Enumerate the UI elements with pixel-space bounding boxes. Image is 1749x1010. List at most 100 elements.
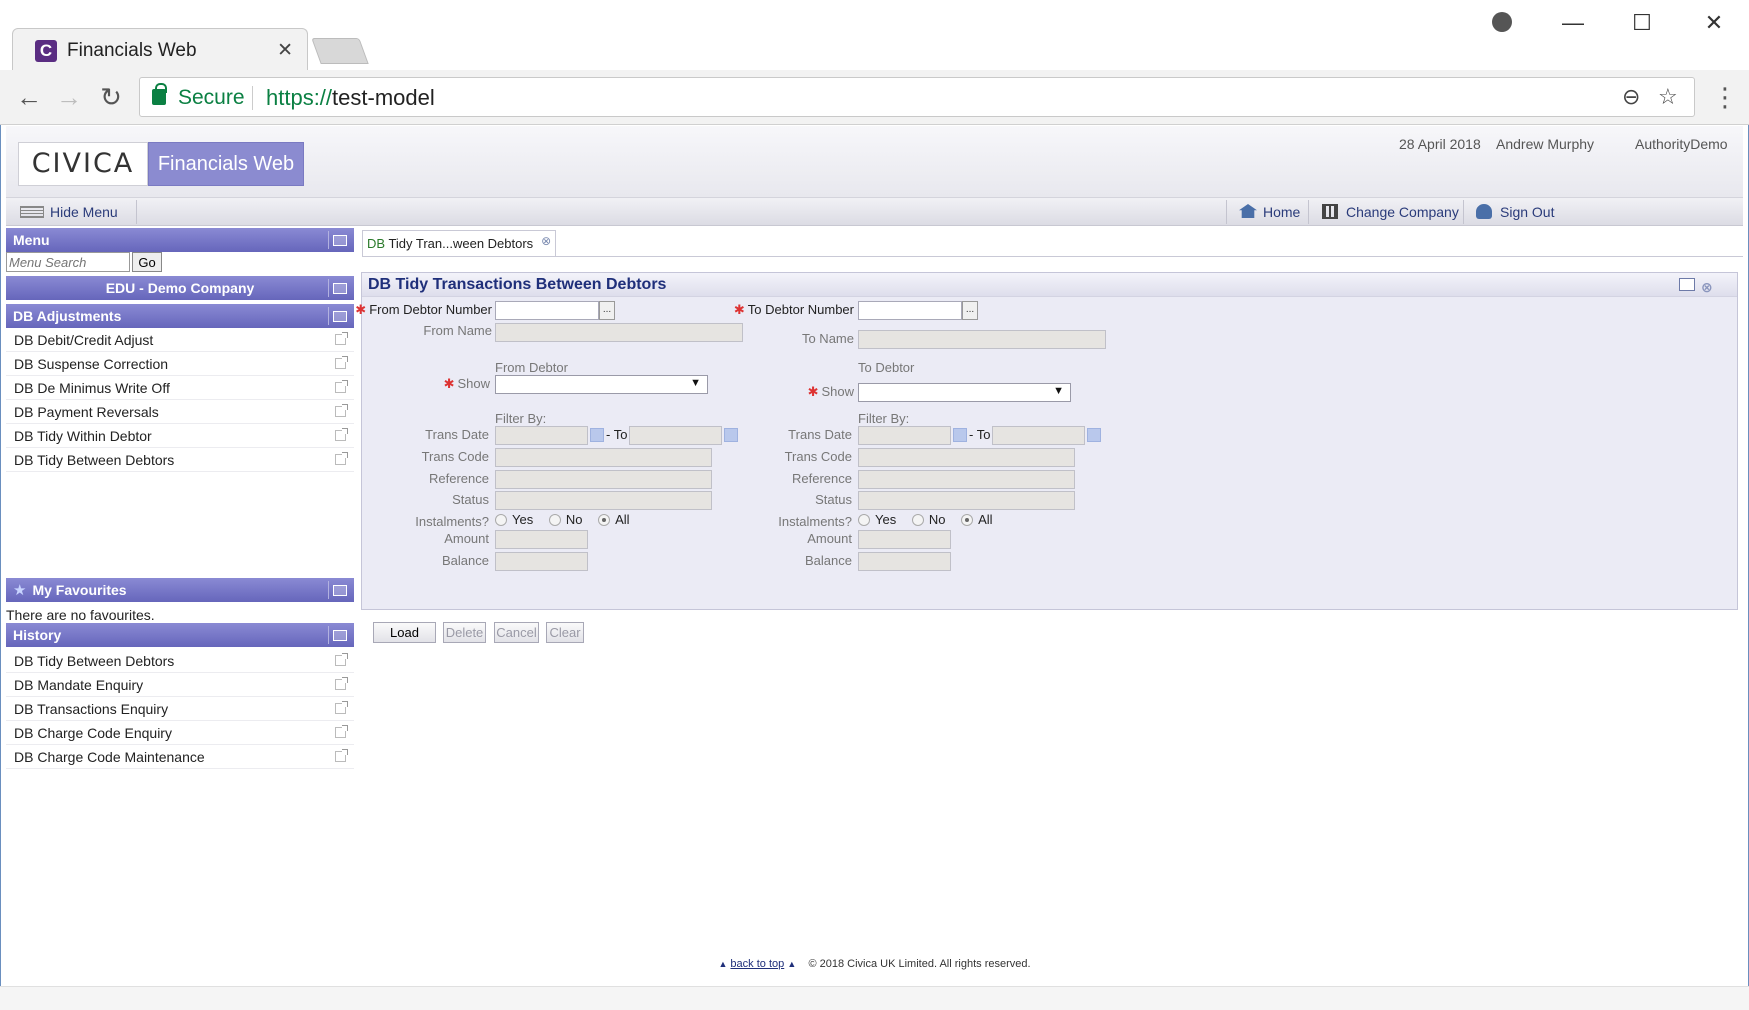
sidebar-item-suspense-correction[interactable]: DB Suspense Correction	[6, 352, 354, 376]
zoom-icon[interactable]: ⊖	[1622, 84, 1640, 110]
address-bar[interactable]: Secure https://test-model ⊖ ☆	[139, 77, 1695, 117]
radio-selected-icon[interactable]	[961, 514, 974, 526]
to-trans-code-input[interactable]	[858, 448, 1075, 467]
from-filter-by-label: Filter By:	[495, 411, 547, 426]
to-instalments-yes[interactable]: Yes	[858, 512, 896, 527]
from-status-input[interactable]	[495, 491, 712, 510]
from-instalments-no[interactable]: No	[548, 512, 582, 527]
to-balance-input[interactable]	[858, 552, 951, 571]
adjustments-panel-header[interactable]: DB Adjustments	[6, 304, 354, 328]
from-reference-input[interactable]	[495, 470, 712, 489]
bookmark-star-icon[interactable]: ☆	[1658, 84, 1678, 110]
maximize-icon[interactable]: ☐	[1622, 10, 1662, 36]
content-tab[interactable]: DB Tidy Tran...ween Debtors ⊗	[362, 230, 557, 256]
browser-menu-icon[interactable]: ⋮	[1712, 82, 1738, 113]
load-button[interactable]: Load	[373, 622, 436, 643]
forward-arrow-icon[interactable]: →	[52, 82, 86, 113]
radio-icon[interactable]	[911, 514, 924, 526]
to-trans-date-end-input[interactable]	[992, 426, 1085, 445]
close-tab-icon[interactable]: ✕	[277, 39, 293, 62]
to-reference-input[interactable]	[858, 470, 1075, 489]
calendar-icon[interactable]	[953, 428, 967, 442]
from-instalments-all[interactable]: All	[598, 512, 630, 527]
history-item[interactable]: DB Tidy Between Debtors	[6, 649, 354, 673]
calendar-icon[interactable]	[590, 428, 604, 442]
sidebar-item-payment-reversals[interactable]: DB Payment Reversals	[6, 400, 354, 424]
adjustments-list: DB Debit/Credit Adjust DB Suspense Corre…	[6, 328, 354, 472]
to-amount-input[interactable]	[858, 530, 951, 549]
from-show-select[interactable]	[495, 375, 708, 394]
from-instalments-yes[interactable]: Yes	[495, 512, 533, 527]
panel-toggle-icon[interactable]	[328, 626, 350, 644]
sidebar-item-tidy-within-debtor[interactable]: DB Tidy Within Debtor	[6, 424, 354, 448]
menu-search-input[interactable]	[6, 252, 130, 272]
from-trans-code-label: Trans Code	[421, 449, 489, 464]
panel-toggle-icon[interactable]	[328, 231, 350, 249]
close-content-tab-icon[interactable]: ⊗	[541, 234, 551, 248]
open-external-icon[interactable]	[335, 749, 348, 762]
open-external-icon[interactable]	[335, 701, 348, 714]
back-arrow-icon[interactable]: ←	[12, 82, 46, 113]
new-tab-button[interactable]	[311, 38, 369, 64]
header-date: 28 April 2018	[1399, 136, 1481, 152]
delete-button[interactable]: Delete	[443, 622, 486, 643]
open-external-icon[interactable]	[335, 356, 348, 369]
from-balance-input[interactable]	[495, 552, 588, 571]
open-external-icon[interactable]	[335, 653, 348, 666]
history-item[interactable]: DB Mandate Enquiry	[6, 673, 354, 697]
radio-icon[interactable]	[858, 514, 870, 526]
history-item[interactable]: DB Charge Code Maintenance	[6, 745, 354, 769]
profile-button[interactable]	[1482, 10, 1522, 36]
sidebar-item-label: DB Tidy Between Debtors	[14, 452, 175, 468]
radio-selected-icon[interactable]	[598, 514, 611, 526]
to-debtor-number-input[interactable]	[858, 301, 962, 320]
sign-out-button[interactable]: Sign Out	[1476, 204, 1554, 220]
sidebar-item-tidy-between-debtors[interactable]: DB Tidy Between Debtors	[6, 448, 354, 472]
window-icon[interactable]	[1679, 278, 1695, 291]
sidebar-item-debit-credit-adjust[interactable]: DB Debit/Credit Adjust	[6, 328, 354, 352]
url-scheme: https://	[266, 85, 333, 110]
to-instalments-no[interactable]: No	[911, 512, 945, 527]
sidebar-item-label: DB Tidy Within Debtor	[14, 428, 152, 444]
reload-icon[interactable]: ↻	[94, 82, 128, 113]
from-trans-code-input[interactable]	[495, 448, 712, 467]
to-trans-date-start-input[interactable]	[858, 426, 951, 445]
menu-search-go-button[interactable]: Go	[132, 252, 162, 272]
radio-icon[interactable]	[495, 514, 507, 526]
company-panel-header[interactable]: EDU - Demo Company	[6, 276, 354, 300]
to-instalments-all[interactable]: All	[961, 512, 993, 527]
to-instalments-radio-group: Yes No All	[858, 512, 1005, 527]
radio-icon[interactable]	[548, 514, 561, 526]
to-show-select[interactable]	[858, 383, 1071, 402]
history-item[interactable]: DB Transactions Enquiry	[6, 697, 354, 721]
browser-tab[interactable]: C Financials Web ✕	[12, 28, 308, 72]
close-window-icon[interactable]: ✕	[1694, 10, 1734, 36]
from-trans-date-start-input[interactable]	[495, 426, 588, 445]
history-item[interactable]: DB Charge Code Enquiry	[6, 721, 354, 745]
url-text[interactable]: https://test-model	[266, 85, 435, 111]
to-debtor-lookup-button[interactable]: ...	[962, 301, 978, 320]
favourites-panel-header[interactable]: ★ My Favourites	[6, 578, 354, 602]
panel-toggle-icon[interactable]	[328, 279, 350, 297]
to-amount-label: Amount	[807, 531, 852, 546]
history-panel-header[interactable]: History	[6, 623, 354, 647]
home-button[interactable]: Home	[1239, 204, 1300, 220]
from-amount-input[interactable]	[495, 530, 588, 549]
calendar-icon[interactable]	[1087, 428, 1101, 442]
close-form-icon[interactable]: ⊗	[1701, 275, 1713, 299]
open-external-icon[interactable]	[335, 725, 348, 738]
from-debtor-number-input[interactable]	[495, 301, 599, 320]
from-debtor-lookup-button[interactable]: ...	[599, 301, 615, 320]
minimize-icon[interactable]: —	[1553, 10, 1593, 36]
sidebar-item-de-minimus-write-off[interactable]: DB De Minimus Write Off	[6, 376, 354, 400]
cancel-button[interactable]: Cancel	[494, 622, 539, 643]
change-company-button[interactable]: Change Company	[1322, 204, 1459, 220]
open-external-icon[interactable]	[335, 677, 348, 690]
hide-menu-button[interactable]: Hide Menu	[20, 204, 118, 220]
back-to-top-link[interactable]: back to top	[730, 958, 784, 970]
panel-toggle-icon[interactable]	[328, 581, 350, 599]
open-external-icon[interactable]	[335, 404, 348, 417]
to-date-to-label: - To	[969, 427, 991, 442]
clear-button[interactable]: Clear	[546, 622, 584, 643]
to-status-input[interactable]	[858, 491, 1075, 510]
